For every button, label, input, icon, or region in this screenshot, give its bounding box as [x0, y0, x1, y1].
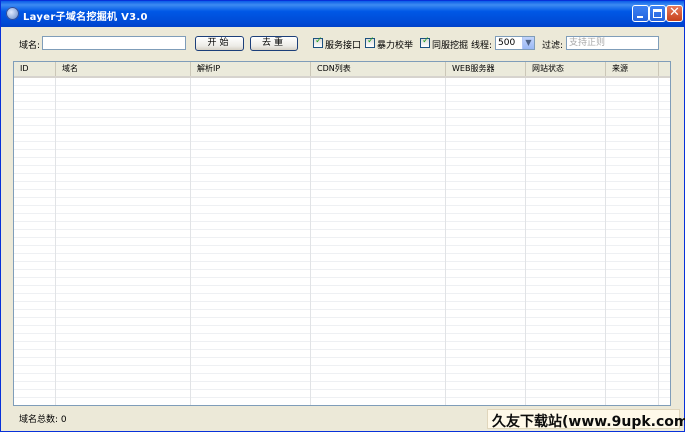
app-icon [6, 7, 19, 20]
maximize-icon [653, 9, 662, 18]
same-server-label: 同服挖掘 [432, 41, 469, 51]
column-divider [525, 78, 526, 405]
column-divider [55, 78, 56, 405]
brute-force-checkbox[interactable]: ✓ [365, 36, 375, 48]
start-button[interactable]: 开始 [195, 36, 244, 51]
domain-total-label: 域名总数: [19, 415, 59, 425]
column-divider [445, 78, 446, 405]
column-divider [190, 78, 191, 405]
results-table[interactable]: ID 域名 解析IP CDN列表 WEB服务器 网站状态 来源 [13, 61, 671, 406]
service-api-checkbox[interactable]: ✓ [313, 36, 323, 48]
same-server-checkbox[interactable]: ✓ [420, 36, 430, 48]
checkmark-icon: ✓ [422, 36, 430, 46]
service-api-label: 服务接口 [325, 41, 362, 51]
app-window: Layer子域名挖掘机 V3.0 ✕ 域名: 开始 去重 ✓ 服务接口 ✓ 暴力… [0, 0, 685, 432]
filter-input[interactable]: 支持正则 [566, 36, 659, 50]
close-icon: ✕ [669, 5, 680, 20]
domain-total: 域名总数: 0 [19, 412, 67, 425]
column-header-source[interactable]: 来源 [606, 62, 659, 76]
checkmark-icon: ✓ [367, 36, 375, 46]
watermark: 久友下载站(www.9upk.com) [487, 409, 685, 430]
filter-label: 过滤: [542, 41, 564, 51]
dedupe-button[interactable]: 去重 [250, 36, 298, 51]
column-header-domain[interactable]: 域名 [56, 62, 191, 76]
minimize-icon [637, 16, 643, 18]
column-header-cdn[interactable]: CDN列表 [311, 62, 446, 76]
maximize-button[interactable] [649, 5, 666, 22]
table-body[interactable] [14, 78, 670, 405]
threads-label: 线程: [471, 41, 493, 51]
threads-value: 500 [498, 38, 516, 48]
column-header-web-server[interactable]: WEB服务器 [446, 62, 526, 76]
table-header: ID 域名 解析IP CDN列表 WEB服务器 网站状态 来源 [14, 62, 670, 78]
domain-input[interactable] [42, 36, 186, 50]
chevron-down-icon[interactable]: ▼ [522, 37, 534, 49]
column-header-id[interactable]: ID [14, 62, 56, 76]
column-divider [310, 78, 311, 405]
brute-force-label: 暴力校举 [377, 41, 414, 51]
column-header-ip[interactable]: 解析IP [191, 62, 311, 76]
column-header-status[interactable]: 网站状态 [526, 62, 606, 76]
domain-total-value: 0 [60, 415, 67, 425]
checkmark-icon: ✓ [315, 36, 323, 46]
minimize-button[interactable] [632, 5, 649, 22]
close-button[interactable]: ✕ [666, 5, 683, 22]
threads-select[interactable]: 500 ▼ [495, 36, 535, 50]
window-title: Layer子域名挖掘机 V3.0 [23, 12, 148, 23]
domain-label: 域名: [19, 41, 41, 51]
title-bar[interactable]: Layer子域名挖掘机 V3.0 ✕ [1, 1, 684, 27]
column-divider [605, 78, 606, 405]
column-divider [658, 78, 659, 405]
watermark-text: 久友下载站(www.9upk.com) [492, 414, 685, 430]
